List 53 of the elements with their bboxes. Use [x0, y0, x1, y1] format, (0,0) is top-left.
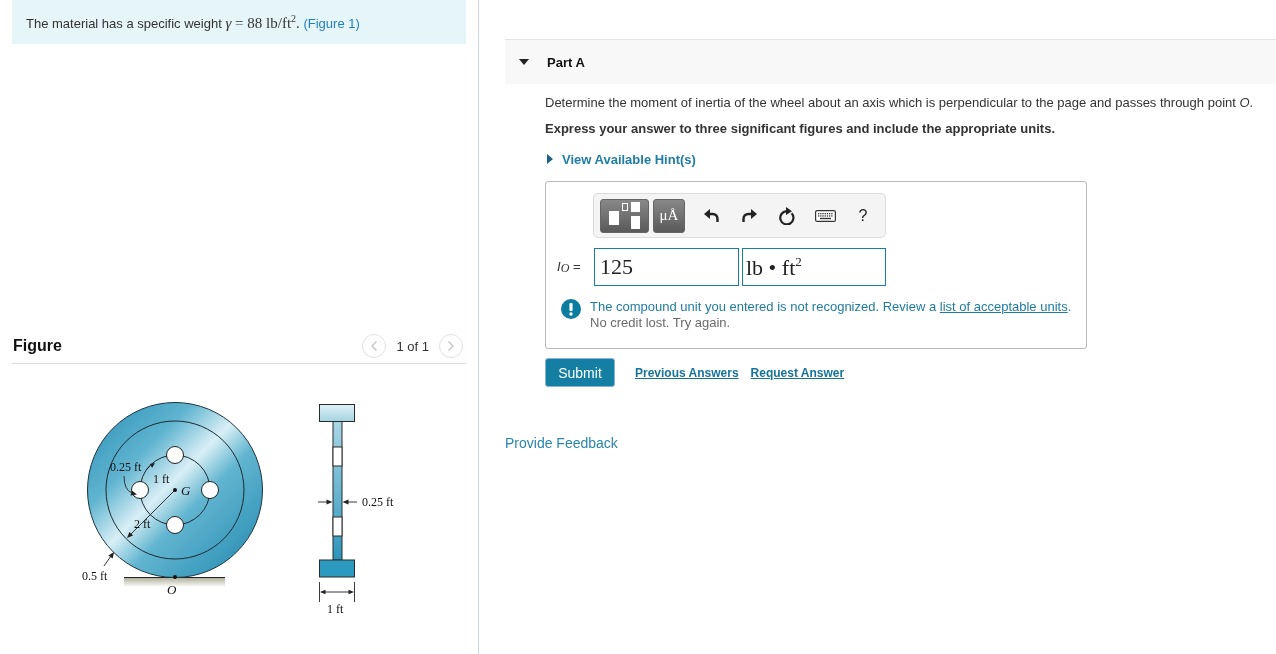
question-text: Determine the moment of inertia of the wheel about an axis which is perpendicular to the page and passes through point O. [545, 94, 1255, 112]
provide-feedback-link[interactable]: Provide Feedback [505, 435, 618, 451]
answer-action-link[interactable]: Previous Answers [635, 365, 739, 380]
point-label: G [181, 483, 191, 498]
units-button[interactable]: μÅ [653, 198, 685, 233]
leader-arrow [123, 475, 137, 496]
hole-section [332, 516, 343, 537]
hole-section [332, 446, 343, 467]
dimension-label: 1 ft [327, 602, 344, 616]
radius-dimension-line [127, 489, 176, 538]
hole [166, 516, 184, 534]
top-flange [319, 404, 355, 422]
dimension-label: 1 ft [153, 472, 170, 486]
width-dimension-line [319, 581, 355, 603]
point-marker-icon [173, 575, 177, 579]
feedback-note: No credit lost. Try again. [590, 315, 732, 331]
hole [131, 481, 149, 499]
dimension-arrow [342, 499, 358, 505]
point-label: O [167, 582, 177, 597]
hint-toggle[interactable]: View Available Hint(s) [545, 150, 696, 168]
undo-icon [703, 209, 719, 222]
hole [166, 446, 184, 464]
instruction-text: Express your answer to three significant figures and include the appropriate units. [545, 120, 1056, 138]
redo-icon [741, 209, 757, 222]
dimension-label: 0.25 ft [362, 495, 394, 509]
keyboard-icon [814, 209, 836, 222]
dimension-arrow [317, 499, 333, 505]
templates-button[interactable] [600, 198, 649, 233]
figure-link[interactable]: (Figure 1) [303, 15, 360, 31]
answer-action-link[interactable]: Request Answer [750, 365, 845, 380]
hole [201, 481, 219, 499]
submit-button[interactable]: Submit [545, 358, 615, 387]
answer-units-field[interactable]: lb • ft$^{2}$ [742, 248, 886, 286]
dimension-label: 0.5 ft [82, 569, 108, 583]
warning-icon [561, 299, 581, 319]
answer-value-field[interactable]: 125 [594, 248, 739, 286]
fraction-template-icon [608, 201, 641, 230]
leader-arrow [103, 552, 114, 567]
dimension-label: 0.25 ft [110, 460, 142, 474]
reset-icon [778, 206, 796, 225]
dimension-label: 2 ft [134, 517, 151, 531]
help-button[interactable]: ? [844, 198, 882, 233]
chevron-right-icon [448, 341, 454, 351]
problem-statement: The material has a specific weight γ = 88 lb/ft$^{2}$. (Figure 1) [26, 12, 360, 32]
point-marker-icon [173, 488, 177, 492]
figure-counter: 1 of 1 [396, 338, 429, 354]
feedback-message: The compound unit you entered is not recognized. Review a list of acceptable units. [590, 299, 1072, 315]
chevron-left-icon [371, 341, 378, 351]
figure-title: Figure [13, 337, 62, 355]
part-header[interactable]: Part A [505, 40, 1276, 84]
bottom-flange [319, 559, 355, 578]
acceptable-units-link[interactable]: list of acceptable units [939, 299, 1068, 314]
dimension-arrow [145, 463, 155, 471]
